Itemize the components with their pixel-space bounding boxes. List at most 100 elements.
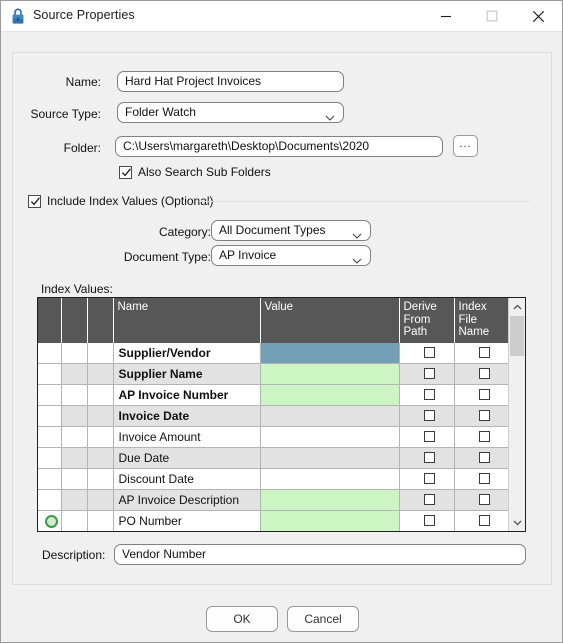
row-index-file-name-checkbox[interactable] bbox=[454, 510, 509, 531]
row-blank-cell-2[interactable] bbox=[87, 405, 114, 427]
row-blank-cell-1[interactable] bbox=[61, 468, 88, 490]
row-derive-from-path-checkbox[interactable] bbox=[399, 426, 455, 448]
name-label: Name: bbox=[65, 75, 101, 89]
row-blank-cell-2[interactable] bbox=[87, 342, 114, 364]
table-row[interactable]: Invoice Amount bbox=[38, 426, 509, 448]
row-name-cell[interactable]: AP Invoice Description bbox=[113, 489, 261, 511]
row-blank-cell-2[interactable] bbox=[87, 489, 114, 511]
checkbox-icon bbox=[423, 410, 435, 422]
maximize-button[interactable] bbox=[469, 1, 515, 31]
table-row[interactable]: Due Date bbox=[38, 447, 509, 469]
table-row[interactable]: AP Invoice Number bbox=[38, 384, 509, 406]
grid-vertical-scrollbar[interactable] bbox=[508, 298, 525, 531]
row-blank-cell-1[interactable] bbox=[61, 489, 88, 511]
name-input[interactable]: Hard Hat Project Invoices bbox=[117, 71, 344, 92]
row-name-cell[interactable]: AP Invoice Number bbox=[113, 384, 261, 406]
row-value-cell[interactable] bbox=[260, 405, 400, 427]
checkbox-icon bbox=[423, 494, 435, 506]
row-blank-cell-1[interactable] bbox=[61, 426, 88, 448]
row-value-cell[interactable] bbox=[260, 447, 400, 469]
row-derive-from-path-checkbox[interactable] bbox=[399, 342, 455, 364]
include-index-values-checkbox[interactable] bbox=[28, 195, 41, 208]
row-blank-cell-2[interactable] bbox=[87, 447, 114, 469]
column-header-index-file-name[interactable]: Index File Name bbox=[454, 298, 509, 343]
table-row[interactable]: PO Number bbox=[38, 510, 509, 531]
row-blank-cell-1[interactable] bbox=[61, 342, 88, 364]
minimize-button[interactable] bbox=[423, 1, 469, 31]
category-select[interactable]: All Document Types bbox=[211, 220, 371, 241]
row-derive-from-path-checkbox[interactable] bbox=[399, 489, 455, 511]
column-header-value[interactable]: Value bbox=[260, 298, 400, 343]
index-values-grid: Name Value Derive From Path Index File N… bbox=[37, 297, 526, 532]
row-value-cell[interactable] bbox=[260, 468, 400, 490]
row-blank-cell-2[interactable] bbox=[87, 468, 114, 490]
row-blank-cell-1[interactable] bbox=[61, 447, 88, 469]
browse-folder-button[interactable]: ... bbox=[453, 135, 478, 157]
document-type-label: Document Type: bbox=[123, 250, 211, 264]
row-index-file-name-checkbox[interactable] bbox=[454, 342, 509, 364]
description-label: Description: bbox=[42, 548, 106, 562]
table-row[interactable]: Invoice Date bbox=[38, 405, 509, 427]
row-blank-cell-1[interactable] bbox=[61, 510, 88, 531]
row-blank-cell-2[interactable] bbox=[87, 384, 114, 406]
checkbox-icon bbox=[423, 368, 435, 380]
description-input[interactable]: Vendor Number bbox=[114, 544, 526, 565]
row-name-cell[interactable]: Invoice Amount bbox=[113, 426, 261, 448]
row-index-file-name-checkbox[interactable] bbox=[454, 447, 509, 469]
close-button[interactable] bbox=[515, 1, 561, 31]
document-type-select[interactable]: AP Invoice bbox=[211, 245, 371, 266]
column-header-derive-from-path[interactable]: Derive From Path bbox=[399, 298, 455, 343]
row-name-cell[interactable]: Due Date bbox=[113, 447, 261, 469]
row-derive-from-path-checkbox[interactable] bbox=[399, 510, 455, 531]
row-derive-from-path-checkbox[interactable] bbox=[399, 405, 455, 427]
row-value-cell[interactable] bbox=[260, 510, 400, 531]
row-derive-from-path-checkbox[interactable] bbox=[399, 468, 455, 490]
also-search-sub-folders-checkbox[interactable] bbox=[119, 166, 132, 179]
row-blank-cell-2[interactable] bbox=[87, 510, 114, 531]
table-row[interactable]: AP Invoice Description bbox=[38, 489, 509, 511]
row-blank-cell-2[interactable] bbox=[87, 426, 114, 448]
row-value-cell[interactable] bbox=[260, 489, 400, 511]
row-value-cell[interactable] bbox=[260, 426, 400, 448]
row-blank-cell-1[interactable] bbox=[61, 363, 88, 385]
row-value-cell[interactable] bbox=[260, 342, 400, 364]
row-name-cell[interactable]: Supplier Name bbox=[113, 363, 261, 385]
checkbox-icon bbox=[423, 431, 435, 443]
row-name-cell[interactable]: Invoice Date bbox=[113, 405, 261, 427]
cancel-button[interactable]: Cancel bbox=[287, 606, 359, 632]
ok-button[interactable]: OK bbox=[206, 606, 278, 632]
folder-input[interactable]: C:\Users\margareth\Desktop\Documents\202… bbox=[115, 136, 443, 157]
row-index-file-name-checkbox[interactable] bbox=[454, 426, 509, 448]
column-header-blank-2 bbox=[87, 298, 114, 343]
row-index-file-name-checkbox[interactable] bbox=[454, 468, 509, 490]
row-derive-from-path-checkbox[interactable] bbox=[399, 363, 455, 385]
checkbox-icon bbox=[478, 347, 490, 359]
row-value-cell[interactable] bbox=[260, 384, 400, 406]
row-index-file-name-checkbox[interactable] bbox=[454, 384, 509, 406]
also-search-sub-folders-label: Also Search Sub Folders bbox=[138, 165, 271, 179]
row-icon-cell bbox=[38, 468, 62, 490]
row-value-cell[interactable] bbox=[260, 363, 400, 385]
scroll-thumb[interactable] bbox=[510, 316, 524, 356]
row-name-cell[interactable]: PO Number bbox=[113, 510, 261, 531]
checkbox-icon bbox=[423, 389, 435, 401]
table-row[interactable]: Discount Date bbox=[38, 468, 509, 490]
scroll-down-button[interactable] bbox=[509, 514, 525, 531]
table-row[interactable]: Supplier Name bbox=[38, 363, 509, 385]
scroll-up-button[interactable] bbox=[509, 298, 525, 315]
table-row[interactable]: Supplier/Vendor bbox=[38, 342, 509, 364]
column-header-name[interactable]: Name bbox=[113, 298, 261, 343]
row-blank-cell-1[interactable] bbox=[61, 405, 88, 427]
row-index-file-name-checkbox[interactable] bbox=[454, 363, 509, 385]
lock-icon bbox=[10, 8, 26, 25]
row-derive-from-path-checkbox[interactable] bbox=[399, 447, 455, 469]
source-type-select[interactable]: Folder Watch bbox=[117, 102, 344, 123]
row-index-file-name-checkbox[interactable] bbox=[454, 405, 509, 427]
row-blank-cell-2[interactable] bbox=[87, 363, 114, 385]
row-name-cell[interactable]: Supplier/Vendor bbox=[113, 342, 261, 364]
row-derive-from-path-checkbox[interactable] bbox=[399, 384, 455, 406]
row-index-file-name-checkbox[interactable] bbox=[454, 489, 509, 511]
row-blank-cell-1[interactable] bbox=[61, 384, 88, 406]
row-name-cell[interactable]: Discount Date bbox=[113, 468, 261, 490]
row-status-icon[interactable] bbox=[38, 510, 62, 531]
